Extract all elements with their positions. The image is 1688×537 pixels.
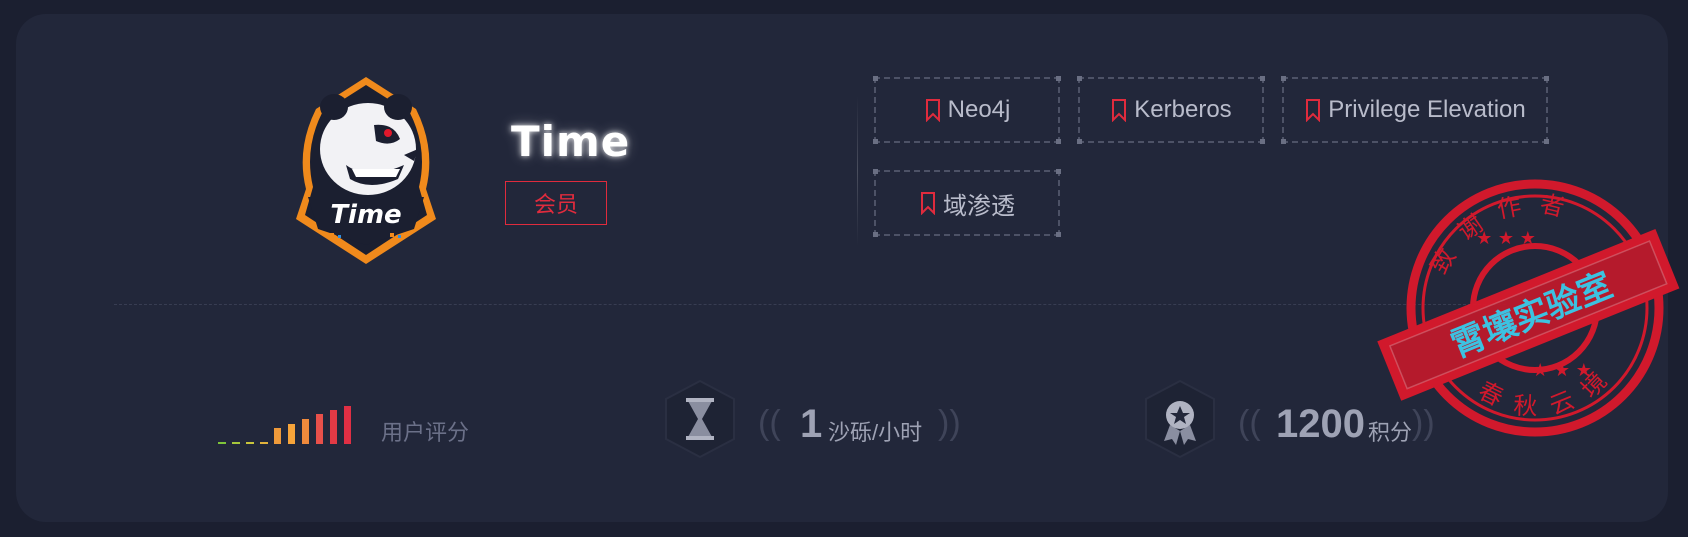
svg-text:Time: Time xyxy=(330,200,401,230)
bookmark-icon xyxy=(1112,99,1127,122)
bookmark-icon xyxy=(921,192,935,215)
rating-bar xyxy=(260,442,268,444)
rating-bars-icon xyxy=(218,406,351,444)
tag-kerberos[interactable]: Kerberos xyxy=(1077,76,1265,144)
rating-bar xyxy=(246,442,254,444)
tag-label: 域渗透 xyxy=(943,192,1015,220)
bookmark-icon xyxy=(925,99,940,122)
bookmark-icon xyxy=(1306,99,1321,122)
rating-bar xyxy=(344,406,351,444)
hourglass-icon xyxy=(662,379,738,459)
points-value: 1200 xyxy=(1276,402,1365,446)
tag-label: Neo4j xyxy=(947,96,1011,123)
tag-neo4j[interactable]: Neo4j xyxy=(873,76,1061,144)
sand-rate-value: 1 xyxy=(800,402,823,446)
medal-icon xyxy=(1142,379,1218,459)
rating-bar xyxy=(288,424,295,444)
rating-bar xyxy=(302,419,309,444)
paren-left-decor: (( xyxy=(758,404,781,442)
username: Time xyxy=(511,117,631,166)
avatar: Time xyxy=(286,69,446,269)
thanks-stamp: ★ ★ ★ ★ ★ ★ 致谢作者 春秋云境 霄壤实验室 xyxy=(1370,170,1688,470)
tag-label: Privilege Elevation xyxy=(1328,96,1526,123)
rating-bar xyxy=(274,428,281,444)
tag-domain-penetration[interactable]: 域渗透 xyxy=(873,169,1061,237)
rating-bar xyxy=(330,410,337,444)
tag-label: Kerberos xyxy=(1134,96,1232,123)
member-badge[interactable]: 会员 xyxy=(505,181,607,225)
rating-bar xyxy=(218,442,226,444)
paren-left-decor: (( xyxy=(1238,404,1261,442)
rating-bar xyxy=(232,442,240,444)
vertical-divider xyxy=(857,96,858,246)
rating-bar xyxy=(316,414,323,444)
rating-label: 用户评分 xyxy=(381,420,470,445)
sand-rate-unit: 沙砾/小时 xyxy=(828,420,923,445)
panda-logo-icon: Time xyxy=(296,77,436,264)
paren-right-decor: )) xyxy=(938,404,961,442)
tag-privilege-elevation[interactable]: Privilege Elevation xyxy=(1281,76,1549,144)
horizontal-divider xyxy=(114,304,1506,305)
